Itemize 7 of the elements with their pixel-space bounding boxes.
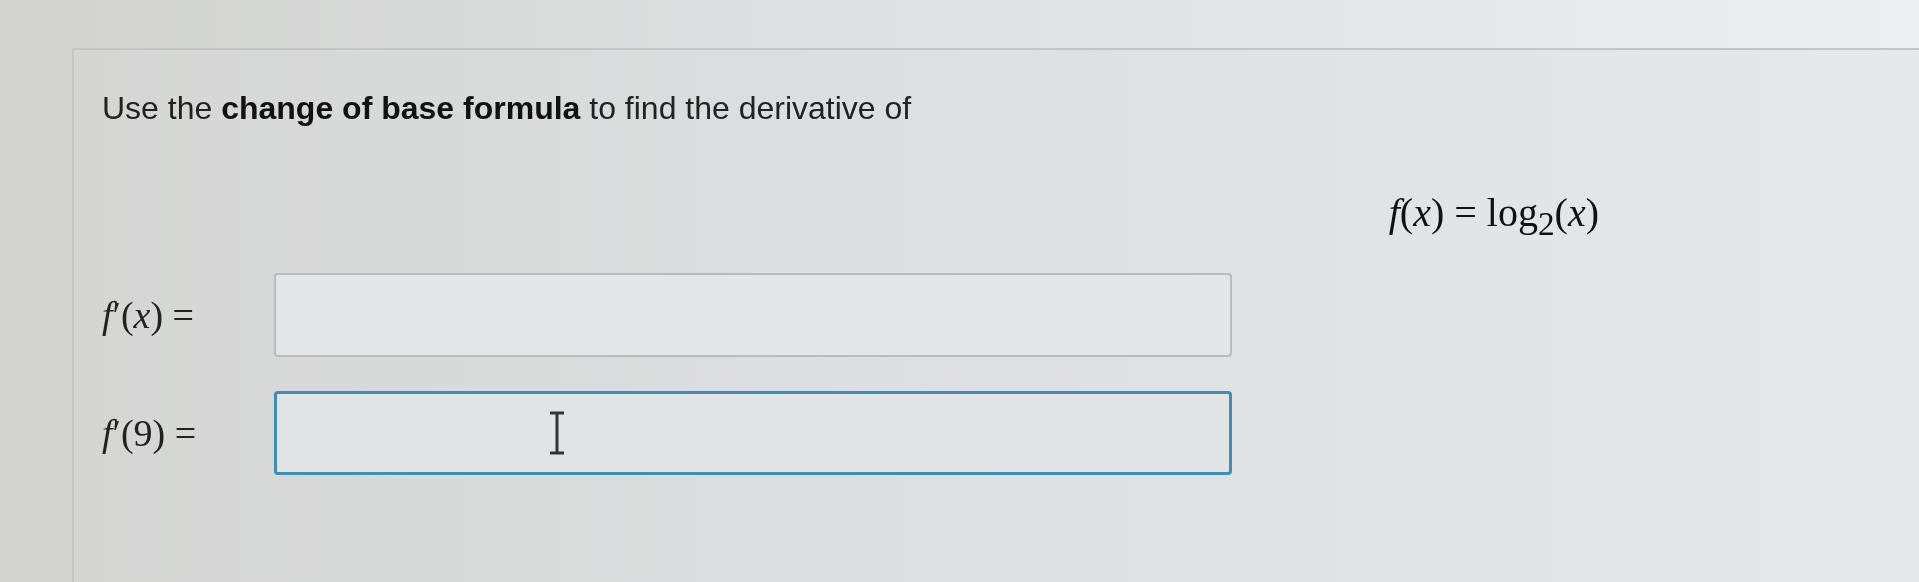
text-cursor-icon xyxy=(547,411,567,455)
answer-field[interactable] xyxy=(274,273,1232,357)
function-formula: f(x) = log$_{2}$(x) xyxy=(1388,189,1599,243)
answer-label: f′(9) = xyxy=(102,411,198,455)
question-prompt: Use the change of base formula to find the derivative of xyxy=(102,90,913,127)
answer-field[interactable] xyxy=(274,391,1232,475)
answer-label: f′(x) = xyxy=(102,293,195,337)
